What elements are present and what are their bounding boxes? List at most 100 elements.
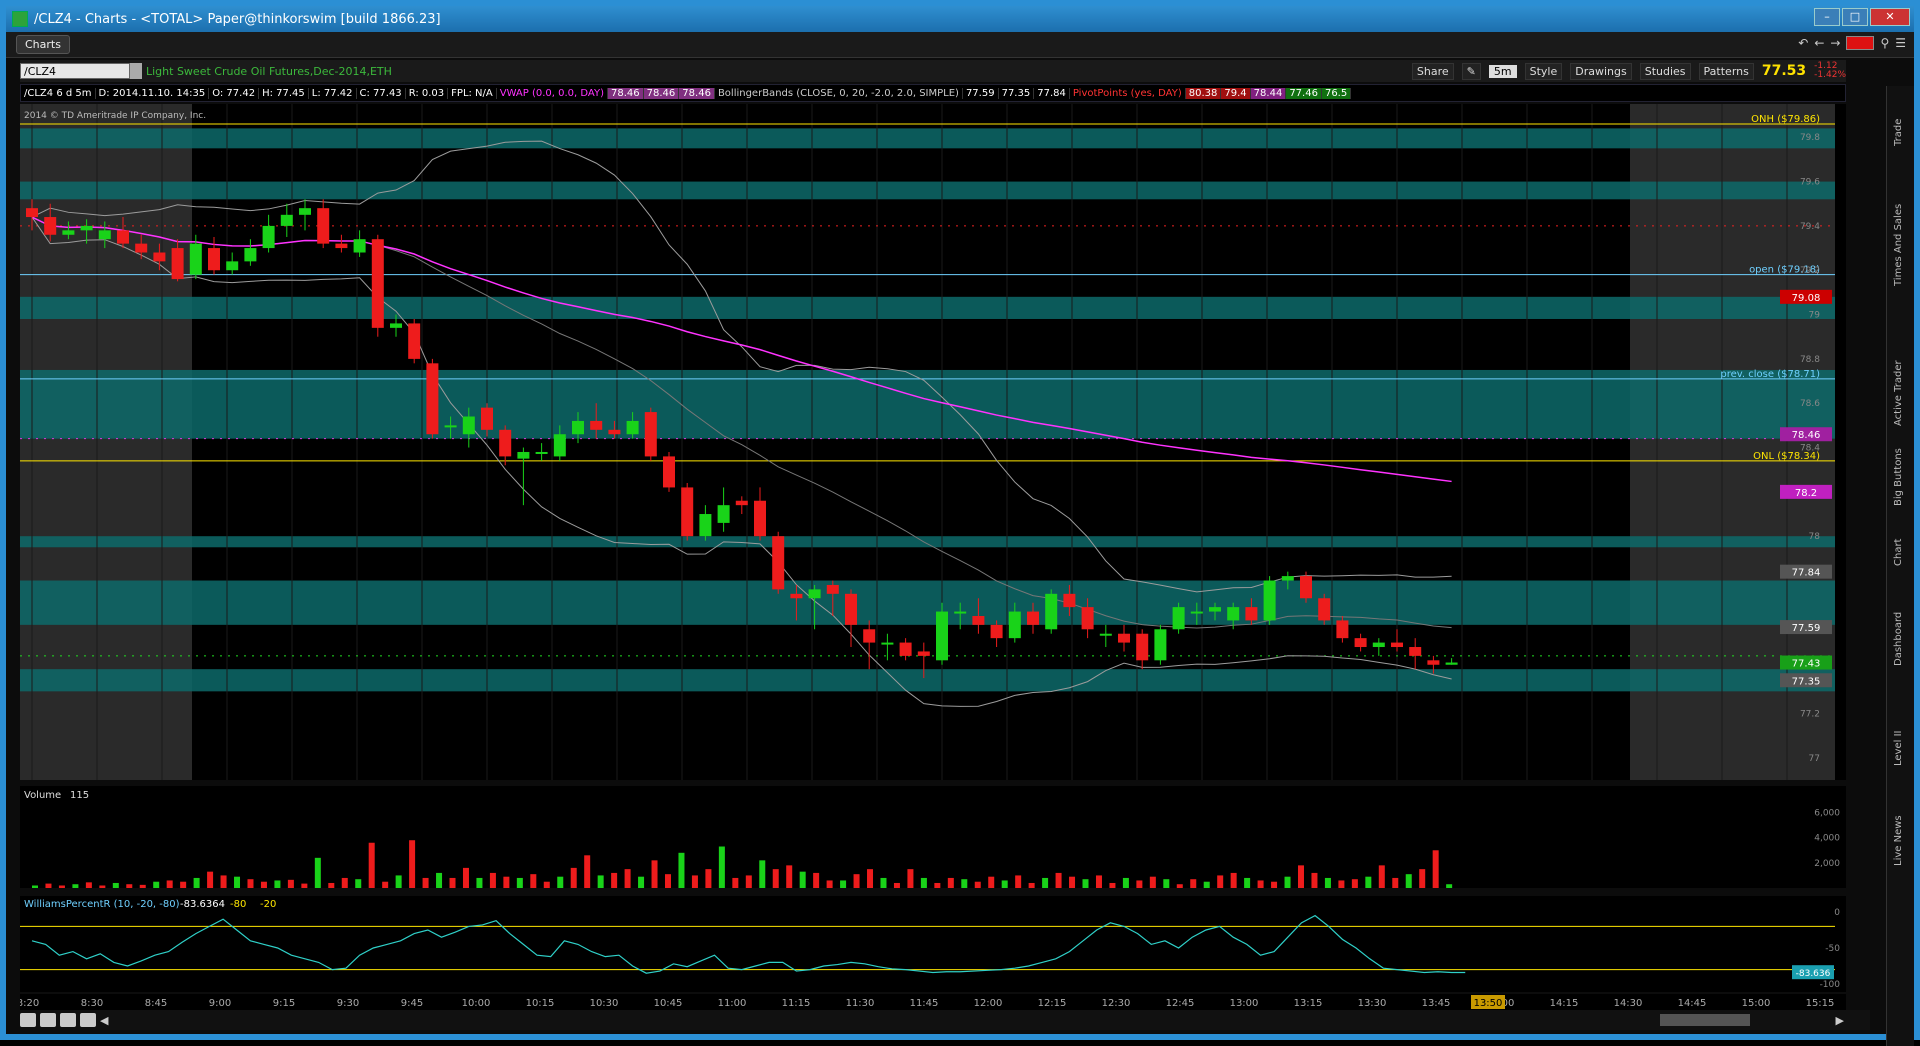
candle-body: [699, 514, 712, 537]
wpr-tick: -50: [1825, 944, 1840, 954]
side-tab[interactable]: Level II: [1893, 731, 1904, 766]
volume-bar: [1392, 877, 1399, 888]
side-tab[interactable]: Active Trader: [1893, 360, 1904, 426]
candle-body: [1099, 633, 1112, 636]
volume-bar: [597, 875, 604, 888]
candle-body: [808, 589, 821, 599]
side-tab[interactable]: Big Buttons: [1893, 448, 1904, 506]
bb-value-2: 77.35: [999, 87, 1035, 99]
crosshair-icon[interactable]: [20, 1013, 36, 1027]
pp-value-4: 77.46: [1286, 87, 1322, 99]
wpr-chart-svg[interactable]: WilliamsPercentR (10, -20, -80) -83.6364-…: [20, 896, 1846, 992]
zoom-out-icon[interactable]: [60, 1013, 76, 1027]
candle-body: [1318, 598, 1331, 621]
zoom-in-icon[interactable]: [40, 1013, 56, 1027]
volume-bar: [1055, 872, 1062, 888]
aggregation-button[interactable]: 5m: [1488, 64, 1517, 78]
price-tick: 79: [1809, 311, 1821, 321]
volume-bar: [476, 877, 483, 888]
back-icon[interactable]: ←: [1814, 36, 1824, 50]
candle-body: [826, 584, 839, 594]
candle-body: [153, 252, 166, 262]
info-open: O: 77.42: [209, 87, 260, 99]
volume-bar: [220, 875, 227, 888]
side-tab[interactable]: Times And Sales: [1893, 204, 1904, 286]
side-tab[interactable]: Dashboard: [1893, 612, 1904, 666]
fit-icon[interactable]: [80, 1013, 96, 1027]
volume-bar: [32, 885, 38, 888]
drawing-tools-icon[interactable]: ✎: [1461, 62, 1481, 80]
chart-window: /CLZ4 - Charts - <TOTAL> Paper@thinkorsw…: [0, 0, 1920, 1046]
side-tab[interactable]: Trade: [1893, 119, 1904, 146]
menu-icon[interactable]: ☰: [1895, 36, 1906, 50]
candle-body: [135, 243, 148, 253]
williams-percent-r-panel[interactable]: WilliamsPercentR (10, -20, -80) -83.6364-…: [20, 896, 1846, 992]
candle-body: [335, 243, 348, 249]
symbol-input[interactable]: /CLZ4: [20, 63, 130, 79]
time-axis[interactable]: 8:20 8:30 8:45 9:00 9:15 9:30 9:45 10:00 10:15 10…: [17, 994, 1846, 1010]
symbol-description: Light Sweet Crude Oil Futures,Dec-2014,E…: [146, 64, 392, 78]
volume-bar: [786, 865, 793, 888]
price-tick: 78: [1809, 532, 1821, 542]
volume-panel[interactable]: Volume 115 6,000 4,000 2,000: [20, 786, 1846, 888]
side-tab[interactable]: Chart: [1893, 539, 1904, 566]
candle-body: [681, 487, 694, 537]
time-tick: 12:00: [974, 998, 1003, 1009]
volume-bar: [1271, 881, 1278, 888]
pp-value-5: 76.5: [1321, 87, 1352, 99]
color-swatch-icon[interactable]: [1846, 36, 1875, 50]
candle-body: [1281, 576, 1294, 581]
volume-bar: [678, 852, 685, 888]
vwap-label[interactable]: VWAP (0.0, 0.0, DAY): [497, 87, 609, 99]
minimize-button[interactable]: –: [1814, 8, 1840, 26]
share-button[interactable]: Share: [1411, 62, 1454, 80]
volume-bar: [1405, 874, 1412, 888]
candle-body: [62, 230, 75, 235]
candle-body: [98, 230, 111, 240]
candle-body: [1136, 633, 1149, 661]
candle-body: [1445, 662, 1458, 665]
time-tick: 15:15: [1806, 998, 1835, 1009]
side-tab[interactable]: Live News: [1893, 815, 1904, 866]
drawings-button[interactable]: Drawings: [1570, 62, 1632, 80]
candle-body: [1263, 580, 1276, 621]
volume-bar: [745, 875, 752, 888]
volume-bar: [907, 869, 914, 888]
volume-bar: [436, 872, 443, 888]
candle-body: [1372, 642, 1385, 648]
undo-icon[interactable]: ↶: [1798, 36, 1808, 50]
volume-bar: [1311, 872, 1318, 888]
volume-bar: [772, 869, 779, 888]
candle-body: [1391, 642, 1403, 648]
tab-charts[interactable]: Charts: [16, 35, 70, 54]
volume-bar: [530, 874, 537, 888]
patterns-button[interactable]: Patterns: [1698, 62, 1754, 80]
volume-chart-svg[interactable]: Volume 115 6,000 4,000 2,000: [20, 786, 1846, 888]
price-chart[interactable]: ONH ($79.86) open ($79.18) prev. close ($7…: [20, 104, 1918, 780]
pin-icon[interactable]: ⚲: [1880, 36, 1889, 50]
studies-button[interactable]: Studies: [1639, 62, 1691, 80]
candle-body: [1427, 660, 1440, 665]
pivots-label[interactable]: PivotPoints (yes, DAY): [1070, 87, 1186, 99]
style-button[interactable]: Style: [1524, 62, 1563, 80]
close-button[interactable]: ✕: [1870, 8, 1910, 26]
scroll-right-icon[interactable]: ▶: [1836, 1014, 1844, 1027]
wpr-background: [20, 896, 1846, 992]
volume-bar: [422, 877, 429, 888]
forward-icon[interactable]: →: [1830, 36, 1840, 50]
volume-bar: [1042, 877, 1049, 888]
price-chart-svg[interactable]: ONH ($79.86)open ($79.18)prev. close ($7…: [20, 104, 1918, 780]
scroll-left-icon[interactable]: ◀: [100, 1014, 108, 1027]
candle-body: [644, 412, 657, 457]
time-tick: 11:30: [846, 998, 875, 1009]
time-tick: 10:45: [654, 998, 683, 1009]
volume-bar: [1378, 865, 1385, 888]
maximize-button[interactable]: □: [1842, 8, 1868, 26]
symbol-dropdown-icon[interactable]: [130, 63, 142, 79]
horizontal-scrollbar[interactable]: [1660, 1014, 1750, 1026]
candle-body: [772, 536, 785, 590]
bb-label[interactable]: BollingerBands (CLOSE, 0, 20, -2.0, 2.0,…: [715, 87, 963, 99]
candle-body: [1154, 629, 1167, 661]
volume-bar: [489, 872, 496, 888]
volume-bar: [624, 869, 631, 888]
